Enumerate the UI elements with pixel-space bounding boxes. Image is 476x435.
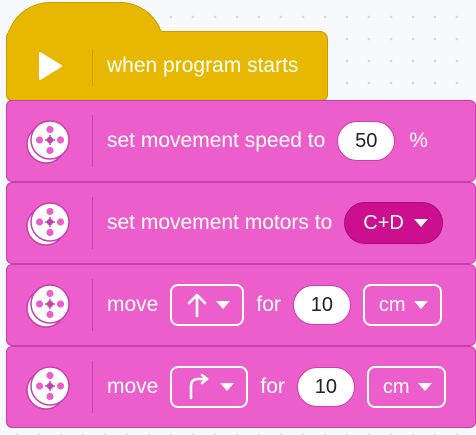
move-forward-icon-cell [7, 265, 93, 345]
unit-value: cm [378, 293, 406, 316]
turn-right-icon [190, 374, 209, 400]
set-speed-label: set movement speed to [107, 129, 326, 152]
direction-dropdown[interactable] [170, 366, 249, 408]
arrow-up-icon [188, 293, 207, 318]
move-label: move [107, 375, 159, 398]
movement-wheel-icon [26, 366, 70, 410]
chevron-down-icon [413, 219, 428, 227]
move-turn-icon-cell [7, 347, 93, 427]
move-label: move [107, 293, 159, 316]
chevron-down-icon [417, 383, 432, 391]
set-movement-motors-block[interactable]: set movement motors to C+D [6, 182, 476, 264]
distance-value-input[interactable]: 10 [292, 285, 351, 325]
when-program-starts-label: when program starts [107, 54, 299, 77]
for-label: for [256, 293, 281, 316]
speed-value-input[interactable]: 50 [337, 121, 396, 161]
speed-icon-cell [7, 101, 93, 181]
chevron-down-icon [413, 301, 428, 309]
distance-value-input[interactable]: 10 [296, 367, 355, 407]
play-icon [39, 52, 62, 80]
for-label: for [260, 375, 285, 398]
speed-unit-label: % [409, 129, 428, 152]
hat-cap-join [8, 30, 162, 50]
set-movement-speed-block[interactable]: set movement speed to 50 % [6, 100, 476, 182]
set-motors-label: set movement motors to [107, 211, 333, 234]
code-canvas[interactable]: when program starts set movement speed t… [0, 0, 476, 435]
unit-value: cm [382, 375, 410, 398]
direction-dropdown[interactable] [170, 284, 245, 326]
motor-pair-dropdown[interactable]: C+D [344, 202, 443, 244]
move-forward-block[interactable]: move for 10 cm [6, 264, 476, 346]
motors-icon-cell [7, 183, 93, 263]
move-turn-block[interactable]: move for 10 cm [6, 346, 476, 428]
chevron-down-icon [216, 301, 231, 309]
chevron-down-icon [220, 383, 235, 391]
unit-dropdown[interactable]: cm [366, 366, 446, 408]
unit-dropdown[interactable]: cm [362, 284, 442, 326]
movement-wheel-icon [26, 284, 70, 328]
motor-pair-value: C+D [363, 211, 404, 234]
movement-wheel-icon [26, 202, 70, 246]
movement-wheel-icon [26, 120, 70, 164]
